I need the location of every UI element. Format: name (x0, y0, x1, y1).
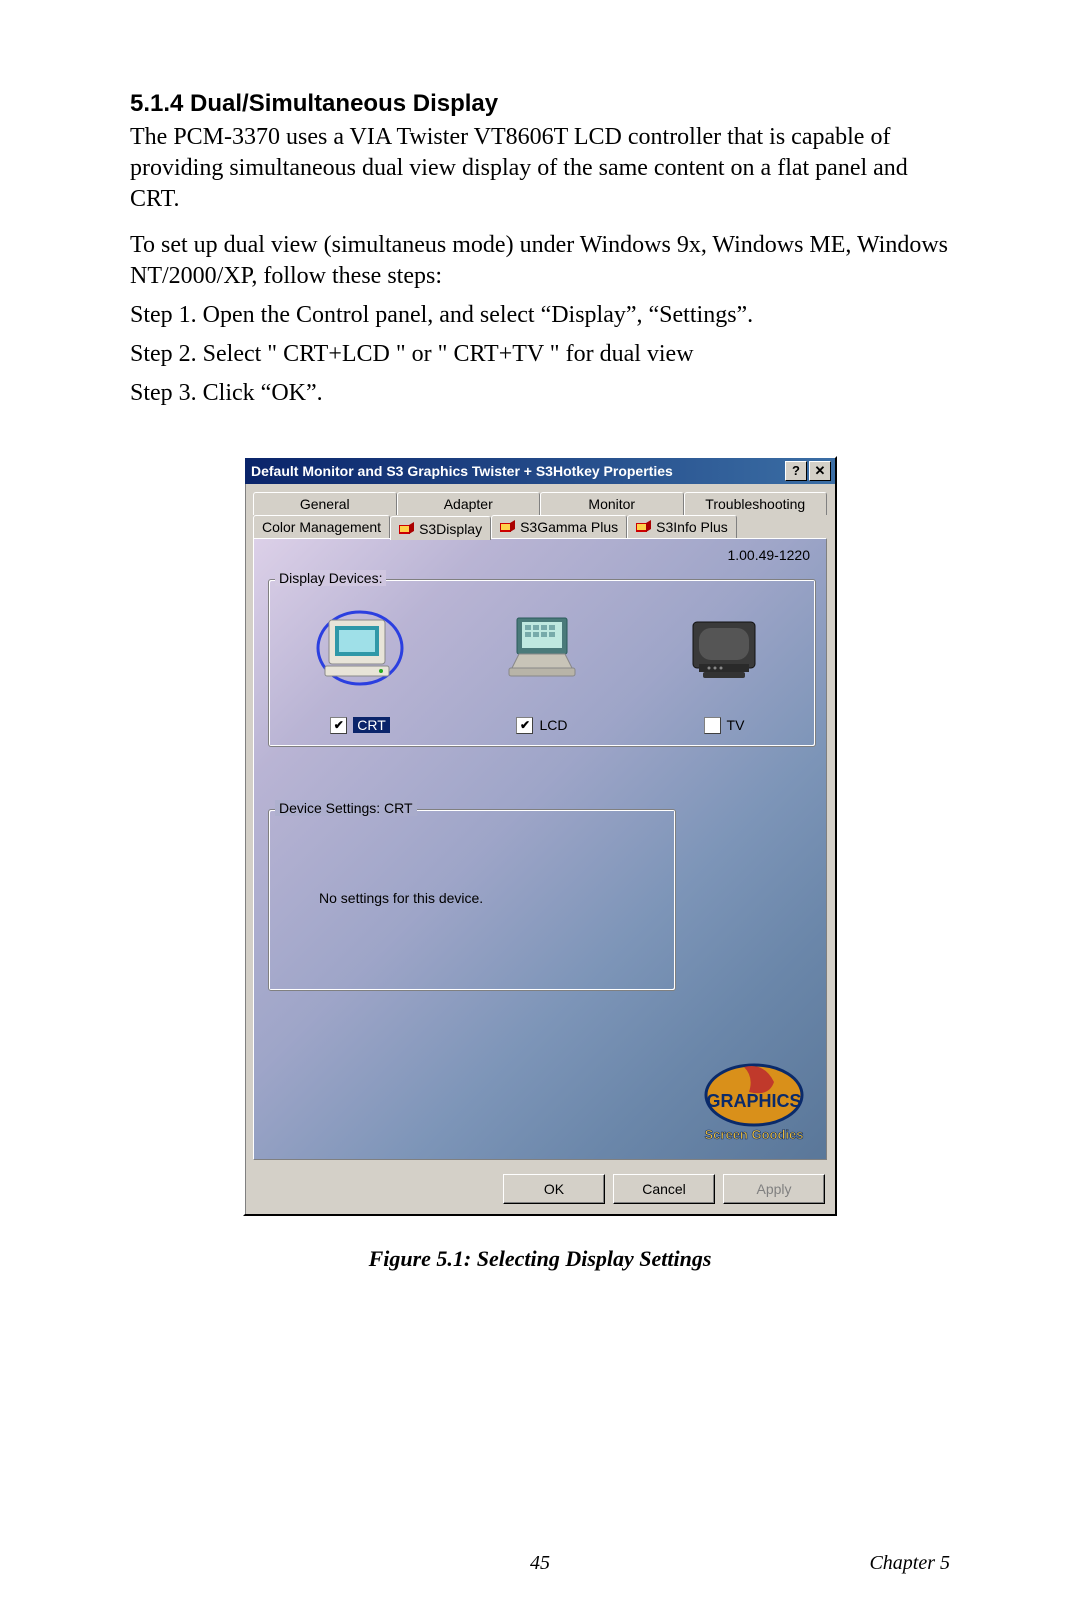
ok-button[interactable]: OK (503, 1174, 605, 1204)
close-button[interactable]: ✕ (809, 461, 831, 481)
tabs-area: General Adapter Monitor Troubleshooting … (245, 484, 835, 1166)
tab-troubleshooting[interactable]: Troubleshooting (684, 492, 828, 515)
tab-monitor[interactable]: Monitor (540, 492, 684, 515)
s3-icon (500, 520, 516, 534)
tv-checkbox[interactable] (704, 717, 721, 734)
figure-caption: Figure 5.1: Selecting Display Settings (130, 1246, 950, 1272)
tab-s3display[interactable]: S3Display (390, 516, 491, 540)
s3-icon (636, 520, 652, 534)
tab-s3info-plus[interactable]: S3Info Plus (627, 515, 737, 539)
tv-label: TV (727, 717, 745, 733)
step-2: Step 2. Select " CRT+LCD " or " CRT+TV "… (130, 339, 950, 370)
display-properties-dialog: Default Monitor and S3 Graphics Twister … (243, 456, 837, 1216)
crt-checkbox[interactable]: ✔ (330, 717, 347, 734)
svg-text:Screen Goodies: Screen Goodies (705, 1127, 804, 1142)
paragraph-intro: The PCM-3370 uses a VIA Twister VT8606T … (130, 122, 950, 216)
page-number: 45 (530, 1552, 550, 1575)
help-button[interactable]: ? (785, 461, 807, 481)
device-crt[interactable]: ✔ CRT (269, 580, 451, 746)
laptop-icon (497, 580, 587, 717)
apply-button[interactable]: Apply (723, 1174, 825, 1204)
dialog-buttons: OK Cancel Apply (245, 1166, 835, 1214)
device-lcd[interactable]: ✔ LCD (451, 580, 633, 746)
tab-row-1: General Adapter Monitor Troubleshooting (253, 492, 827, 515)
svg-text:GRAPHICS: GRAPHICS (706, 1091, 801, 1111)
tab-color-management[interactable]: Color Management (253, 515, 390, 539)
display-devices-group: Display Devices: (268, 579, 816, 747)
display-devices-label: Display Devices: (275, 570, 386, 586)
device-tv[interactable]: TV (633, 580, 815, 746)
tab-body: 1.00.49-1220 Display Devices: (253, 538, 827, 1160)
cancel-button[interactable]: Cancel (613, 1174, 715, 1204)
step-3: Step 3. Click “OK”. (130, 378, 950, 409)
lcd-label: LCD (539, 717, 567, 733)
s3-graphics-logo: GRAPHICS Screen Goodies (694, 1057, 814, 1147)
no-settings-text: No settings for this device. (319, 890, 483, 906)
s3-icon (399, 522, 415, 536)
chapter-label: Chapter 5 (869, 1552, 950, 1575)
paragraph-setup: To set up dual view (simultaneus mode) u… (130, 230, 950, 292)
crt-monitor-icon (315, 580, 405, 717)
lcd-checkbox[interactable]: ✔ (516, 717, 533, 734)
section-heading: 5.1.4 Dual/Simultaneous Display (130, 90, 950, 118)
tab-s3gamma-plus[interactable]: S3Gamma Plus (491, 515, 627, 539)
device-settings-label: Device Settings: CRT (275, 800, 417, 816)
device-settings-group: Device Settings: CRT No settings for thi… (268, 809, 676, 991)
tab-adapter[interactable]: Adapter (397, 492, 541, 515)
crt-label: CRT (353, 717, 390, 733)
version-label: 1.00.49-1220 (727, 547, 810, 563)
tv-icon (679, 580, 769, 717)
step-1: Step 1. Open the Control panel, and sele… (130, 300, 950, 331)
titlebar[interactable]: Default Monitor and S3 Graphics Twister … (245, 458, 835, 484)
dialog-title: Default Monitor and S3 Graphics Twister … (251, 463, 783, 479)
tab-general[interactable]: General (253, 492, 397, 515)
tab-row-2: Color Management S3Display S3Gamma Plus (253, 515, 827, 539)
